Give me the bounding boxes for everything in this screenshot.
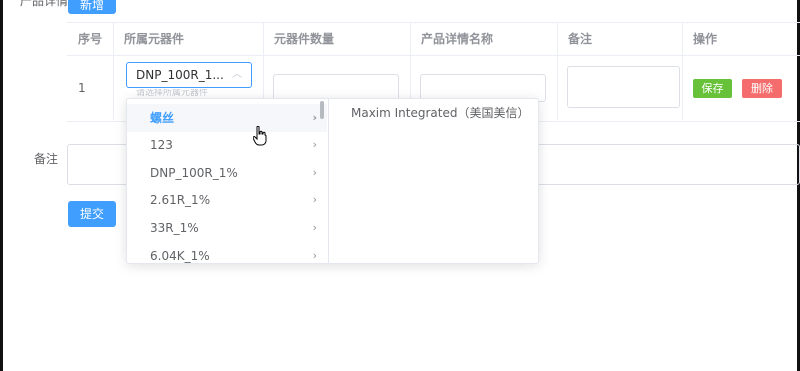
column-header-quantity: 元器件数量 [263,23,410,56]
chevron-right-icon: › [312,166,317,179]
window-frame-left [0,0,3,371]
add-button[interactable]: 新增 [68,0,116,14]
row-index: 1 [78,81,86,95]
cascader-menu-level2: Maxim Integrated（美国美信） [329,99,538,263]
cascader-option[interactable]: 123 › [127,131,327,159]
column-header-notes: 备注 [557,23,682,56]
chevron-right-icon: › [312,111,317,124]
chevron-right-icon: › [312,193,317,206]
cascader-option[interactable]: 螺丝 › [127,104,327,132]
chevron-right-icon: › [312,138,317,151]
hand-pointer-cursor-icon [253,126,267,146]
submit-button[interactable]: 提交 [68,201,116,227]
cascader-option[interactable]: Maxim Integrated（美国美信） [351,104,530,121]
select-placeholder-hint: 请选择所属元器件 [136,89,209,97]
chevron-right-icon: › [312,249,317,262]
column-header-component: 所属元器件 [113,23,263,56]
delete-button[interactable]: 删除 [742,79,782,98]
row-notes-input[interactable] [567,66,680,108]
cascader-option-label: 螺丝 [150,111,175,125]
cascader-option-label: 123 [150,138,173,152]
column-header-actions: 操作 [682,23,800,56]
chevron-up-icon: ︿ [232,69,242,80]
column-header-detail-name: 产品详情名称 [410,23,557,56]
cascader-option-label: 33R_1% [150,221,199,235]
component-select[interactable]: DNP_100R_1... ︿ [126,62,252,88]
cascader-option[interactable]: 2.61R_1% › [127,186,327,214]
cascader-option-label: DNP_100R_1% [150,166,238,180]
cascader-option[interactable]: DNP_100R_1% › [127,159,327,187]
notes-label: 备注 [34,152,59,166]
component-select-value: DNP_100R_1... [136,68,224,82]
product-details-label: 产品详情 [20,0,69,8]
cascader-option-label: 6.04K_1% [150,249,210,263]
cascader-dropdown: 螺丝 › 123 › DNP_100R_1% › 2.61R_1% › 33R_… [126,98,539,264]
save-button[interactable]: 保存 [693,79,732,98]
chevron-right-icon: › [312,221,317,234]
cascader-scrollbar[interactable] [320,101,324,119]
cascader-option-label: 2.61R_1% [150,193,211,207]
cascader-option[interactable]: 33R_1% › [127,214,327,242]
cascader-option[interactable]: 6.04K_1% › [127,242,327,263]
cascader-menu-level1: 螺丝 › 123 › DNP_100R_1% › 2.61R_1% › 33R_… [127,99,329,263]
cascader-option-label: Maxim Integrated（美国美信） [351,106,530,120]
column-header-index: 序号 [67,23,113,56]
